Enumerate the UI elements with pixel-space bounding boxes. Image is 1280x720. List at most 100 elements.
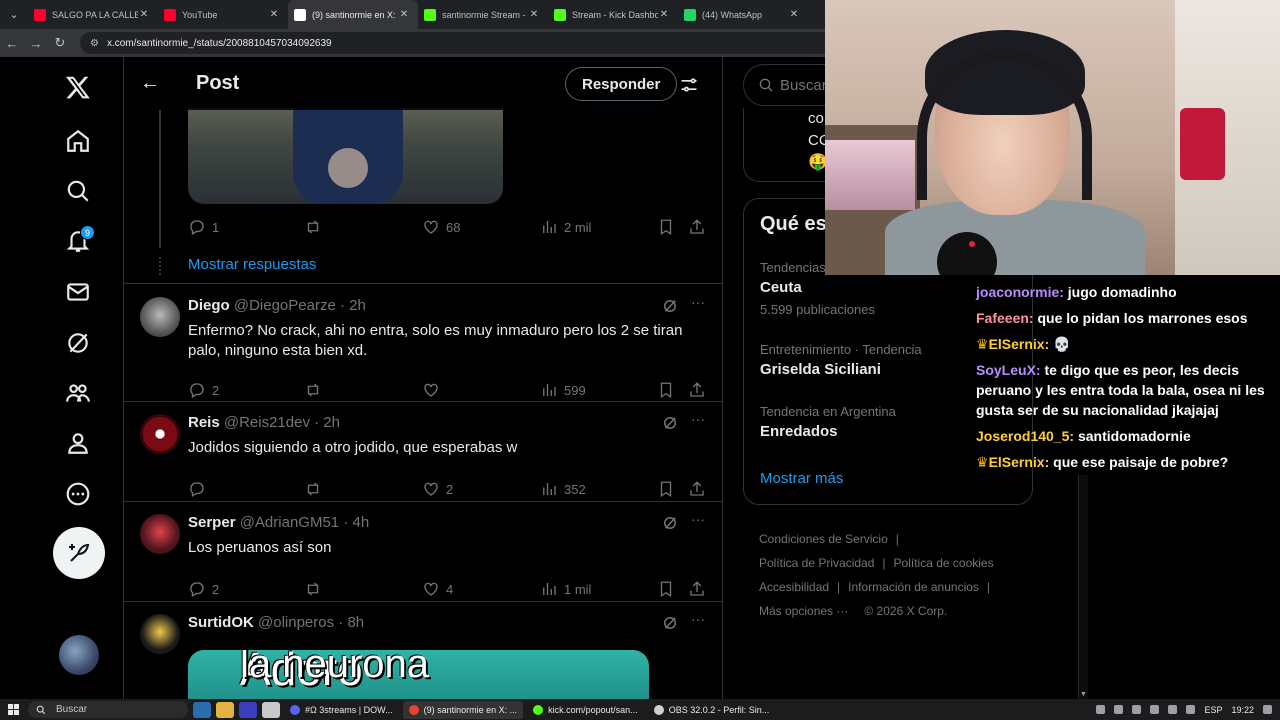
language-indicator[interactable]: ESP — [1204, 705, 1222, 715]
grok-icon[interactable] — [65, 330, 91, 356]
browser-tab[interactable]: santinormie Stream - W ✕ — [418, 0, 548, 29]
tab-search-chevron-icon[interactable]: ⌄ — [0, 0, 28, 29]
grok-explain-icon[interactable] — [661, 614, 679, 632]
browser-tab[interactable]: YouTube ✕ — [158, 0, 288, 29]
accessibility-link[interactable]: Accesibilidad — [759, 580, 829, 594]
notifications-icon[interactable] — [1263, 705, 1272, 714]
grok-explain-icon[interactable] — [661, 414, 679, 432]
tray-app-icon[interactable] — [1150, 705, 1160, 714]
browser-tab[interactable]: (44) WhatsApp ✕ — [678, 0, 808, 29]
chat-username[interactable]: ElSernix: — [989, 454, 1050, 470]
forward-arrow-icon[interactable]: → — [24, 36, 48, 51]
reply-media-image[interactable]: Adoro la neurona — [188, 650, 649, 699]
avatar[interactable] — [140, 414, 180, 454]
author-handle[interactable]: @Reis21dev — [224, 414, 310, 431]
more-options-link[interactable]: Más opciones ··· — [759, 604, 848, 618]
author-name[interactable]: Reis — [188, 414, 220, 431]
account-avatar[interactable] — [59, 635, 99, 675]
show-more-link[interactable]: Mostrar más — [760, 470, 843, 487]
repost-action[interactable] — [304, 380, 322, 400]
wifi-icon[interactable] — [1168, 705, 1178, 714]
post-time[interactable]: · 2h — [340, 297, 366, 314]
file-explorer-icon[interactable] — [216, 701, 234, 718]
more-options-icon[interactable]: ··· — [689, 295, 707, 315]
like-action[interactable]: 4 — [422, 579, 453, 599]
author-handle[interactable]: @AdrianGM51 — [240, 514, 339, 531]
repost-action[interactable] — [304, 579, 322, 599]
views-action[interactable]: 2 mil — [540, 217, 591, 237]
reply-filter-icon[interactable] — [679, 75, 699, 95]
more-options-icon[interactable]: ··· — [689, 512, 707, 532]
views-action[interactable]: 599 — [540, 380, 586, 400]
author-handle[interactable]: @olinperos — [258, 614, 334, 631]
taskbar-search[interactable]: Buscar — [28, 701, 188, 718]
reply-action[interactable] — [188, 479, 212, 499]
grok-explain-icon[interactable] — [661, 297, 679, 315]
chat-scrollbar[interactable]: ▼ — [1078, 475, 1088, 700]
back-arrow-icon[interactable]: ← — [140, 72, 162, 95]
tray-app-icon[interactable] — [1132, 705, 1142, 714]
browser-tab[interactable]: (9) santinormie en X: " ✕ — [288, 0, 418, 29]
close-tab-icon[interactable]: ✕ — [658, 9, 670, 20]
author-handle[interactable]: @DiegoPearze — [234, 297, 336, 314]
taskbar-window[interactable]: kick.com/popout/san... — [527, 701, 644, 719]
reply-action[interactable]: 2 — [188, 579, 219, 599]
x-logo-icon[interactable] — [65, 74, 91, 100]
close-tab-icon[interactable]: ✕ — [398, 9, 410, 20]
share-action[interactable] — [688, 217, 706, 237]
reply-action[interactable]: 1 — [188, 217, 219, 237]
chat-username[interactable]: joaconormie: — [976, 284, 1064, 300]
home-icon[interactable] — [65, 128, 91, 154]
like-action[interactable]: 68 — [422, 217, 460, 237]
repost-action[interactable] — [304, 479, 322, 499]
close-tab-icon[interactable]: ✕ — [268, 9, 280, 20]
profile-icon[interactable] — [65, 430, 91, 456]
grok-explain-icon[interactable] — [661, 514, 679, 532]
chat-username[interactable]: ElSernix: — [989, 336, 1050, 352]
browser-tab[interactable]: SALGO PA LA CALLE (T✕ — [28, 0, 158, 29]
close-tab-icon[interactable]: ✕ — [138, 9, 150, 20]
share-action[interactable] — [688, 380, 706, 400]
reload-icon[interactable]: ↻ — [48, 35, 72, 51]
site-settings-icon[interactable]: ⚙ — [90, 38, 99, 49]
more-circle-icon[interactable] — [65, 481, 91, 507]
tray-app-icon[interactable] — [1114, 705, 1124, 714]
windows-start-icon[interactable] — [0, 699, 26, 720]
browser-tab[interactable]: Stream - Kick Dashboard✕ — [548, 0, 678, 29]
show-replies-link[interactable]: Mostrar respuestas — [188, 256, 316, 273]
ads-info-link[interactable]: Información de anuncios — [848, 580, 979, 594]
clock[interactable]: 19:22 — [1231, 705, 1254, 715]
volume-icon[interactable] — [1186, 705, 1196, 714]
post-media-image[interactable] — [188, 108, 503, 204]
steam-icon[interactable] — [193, 701, 211, 718]
cookies-link[interactable]: Política de cookies — [894, 556, 994, 570]
avatar[interactable] — [140, 297, 180, 337]
tray-app-icon[interactable] — [1096, 705, 1106, 714]
chat-username[interactable]: Fafeeen: — [976, 310, 1034, 326]
post-time[interactable]: · 4h — [343, 514, 369, 531]
taskbar-window[interactable]: #Ω 3streams | DOW... — [284, 701, 399, 719]
close-tab-icon[interactable]: ✕ — [528, 9, 540, 20]
author-name[interactable]: Diego — [188, 297, 230, 314]
post-time[interactable]: · 8h — [338, 614, 364, 631]
bookmark-action[interactable] — [657, 579, 675, 599]
share-action[interactable] — [688, 479, 706, 499]
bookmark-action[interactable] — [657, 380, 675, 400]
more-options-icon[interactable]: ··· — [689, 612, 707, 632]
privacy-link[interactable]: Política de Privacidad — [759, 556, 874, 570]
like-action[interactable]: 2 — [422, 479, 453, 499]
terms-link[interactable]: Condiciones de Servicio — [759, 532, 888, 546]
chat-username[interactable]: SoyLeuX: — [976, 362, 1041, 378]
share-action[interactable] — [688, 579, 706, 599]
avatar[interactable] — [140, 514, 180, 554]
scroll-down-arrow-icon[interactable]: ▼ — [1080, 691, 1087, 698]
messages-envelope-icon[interactable] — [65, 279, 91, 305]
compose-post-button[interactable] — [53, 527, 105, 579]
reply-action[interactable]: 2 — [188, 380, 219, 400]
close-tab-icon[interactable]: ✕ — [788, 9, 800, 20]
like-action[interactable] — [422, 380, 446, 400]
author-name[interactable]: Serper — [188, 514, 236, 531]
vpn-app-icon[interactable] — [239, 701, 257, 718]
post-time[interactable]: · 2h — [314, 414, 340, 431]
chat-username[interactable]: Joserod140_5: — [976, 428, 1074, 444]
